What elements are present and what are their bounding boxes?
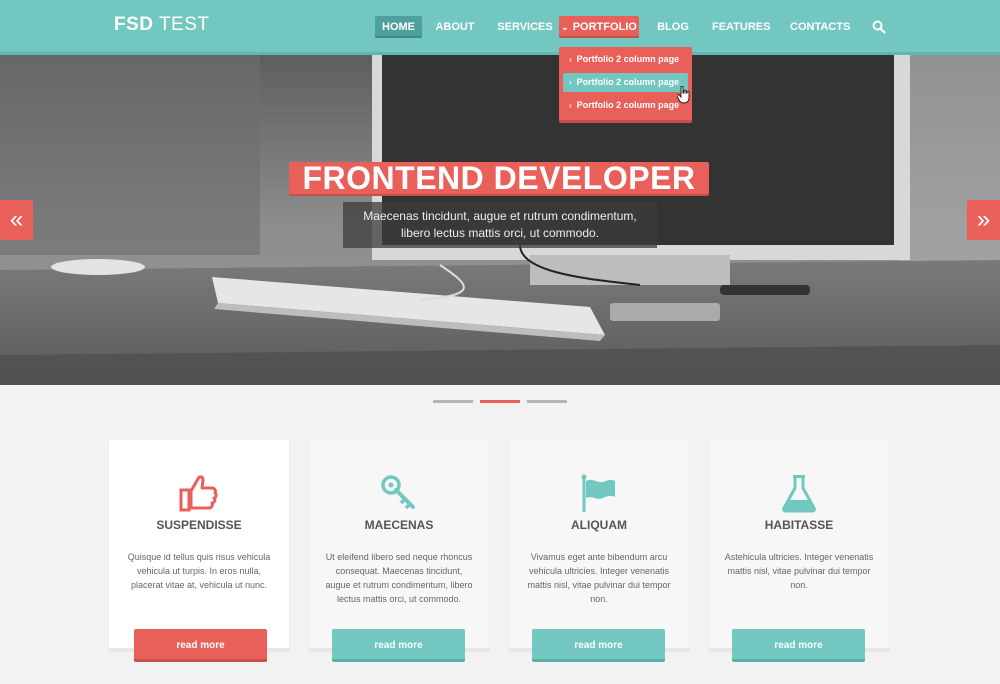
nav-portfolio-label: PORTFOLIO: [572, 21, 637, 33]
card-title: HABITASSE: [764, 518, 834, 532]
read-more-button[interactable]: read more: [732, 629, 865, 662]
card-title: ALIQUAM: [571, 518, 627, 532]
card-title: MAECENAS: [364, 518, 434, 532]
dropdown-item-label: Portfolio 2 column page: [576, 77, 680, 87]
dropdown-item[interactable]: › Portfolio 2 column page: [563, 96, 688, 115]
card-text: Quisque id tellus quis risus vehicula ve…: [127, 552, 271, 590]
dropdown-item-label: Portfolio 2 column page: [576, 54, 680, 64]
card-text: Astehicula ultricies. Integer venenatis …: [724, 552, 874, 590]
read-more-button[interactable]: read more: [532, 629, 665, 662]
main-nav: HOME ABOUT SERVICES ⌄ PORTFOLIO BLOG FEAT…: [0, 16, 1000, 38]
card-title: SUSPENDISSE: [156, 518, 242, 532]
slider-next-button[interactable]: »: [967, 200, 1000, 240]
slider-dot[interactable]: [527, 400, 567, 403]
nav-services[interactable]: SERVICES: [497, 16, 553, 38]
search-icon[interactable]: [872, 20, 886, 34]
slider-dot-active[interactable]: [480, 400, 520, 403]
nav-features[interactable]: FEATURES: [712, 16, 770, 38]
dropdown-item-label: Portfolio 2 column page: [576, 100, 680, 110]
feature-card: SUSPENDISSE Quisque id tellus quis risus…: [109, 440, 289, 650]
hero-subtitle: Maecenas tincidunt, augue et rutrum cond…: [343, 202, 657, 248]
flag-icon: [581, 474, 615, 512]
nav-blog[interactable]: BLOG: [655, 16, 691, 38]
site-header: FSD TEST HOME ABOUT SERVICES ⌄ PORTFOLIO …: [0, 0, 1000, 55]
hero-subtitle-line1: Maecenas tincidunt, augue et rutrum cond…: [363, 209, 637, 223]
feature-card: ALIQUAM Vivamus eget ante bibendum arcu …: [509, 440, 689, 650]
dropdown-item-hovered[interactable]: › Portfolio 2 column page: [563, 73, 688, 92]
thumbs-up-icon: [179, 475, 218, 512]
hand-cursor-icon: [677, 86, 690, 104]
feature-card: MAECENAS Ut eleifend libero sed neque rh…: [309, 440, 489, 650]
card-text: Vivamus eget ante bibendum arcu vehicula…: [527, 552, 671, 604]
nav-home[interactable]: HOME: [375, 16, 422, 38]
nav-portfolio[interactable]: ⌄ PORTFOLIO: [559, 16, 639, 38]
feature-card: HABITASSE Astehicula ultricies. Integer …: [709, 440, 889, 650]
chevron-right-icon: ›: [569, 101, 572, 110]
slider-prev-button[interactable]: «: [0, 200, 33, 240]
flask-icon: [782, 475, 816, 513]
nav-about[interactable]: ABOUT: [432, 16, 478, 38]
chevron-right-icon: ›: [569, 55, 572, 64]
read-more-button[interactable]: read more: [332, 629, 465, 662]
portfolio-dropdown: › Portfolio 2 column page › Portfolio 2 co…: [559, 47, 692, 123]
chevron-down-icon: ⌄: [561, 22, 569, 32]
hero-slider: FRONTEND DEVELOPER Maecenas tincidunt, a…: [0, 55, 1000, 385]
nav-contacts[interactable]: CONTACTS: [790, 16, 850, 38]
read-more-button[interactable]: read more: [134, 629, 267, 662]
double-chevron-right-icon: »: [976, 206, 991, 233]
double-chevron-left-icon: «: [9, 206, 24, 233]
hero-subtitle-line2: libero lectus mattis orci, ut commodo.: [400, 226, 600, 240]
hero-title: FRONTEND DEVELOPER: [289, 162, 709, 194]
chevron-right-icon: ›: [569, 78, 572, 87]
key-icon: [381, 475, 415, 510]
card-text: Ut eleifend libero sed neque rhoncus con…: [325, 552, 473, 604]
dropdown-item[interactable]: › Portfolio 2 column page: [563, 50, 688, 69]
slider-dot[interactable]: [433, 400, 473, 403]
